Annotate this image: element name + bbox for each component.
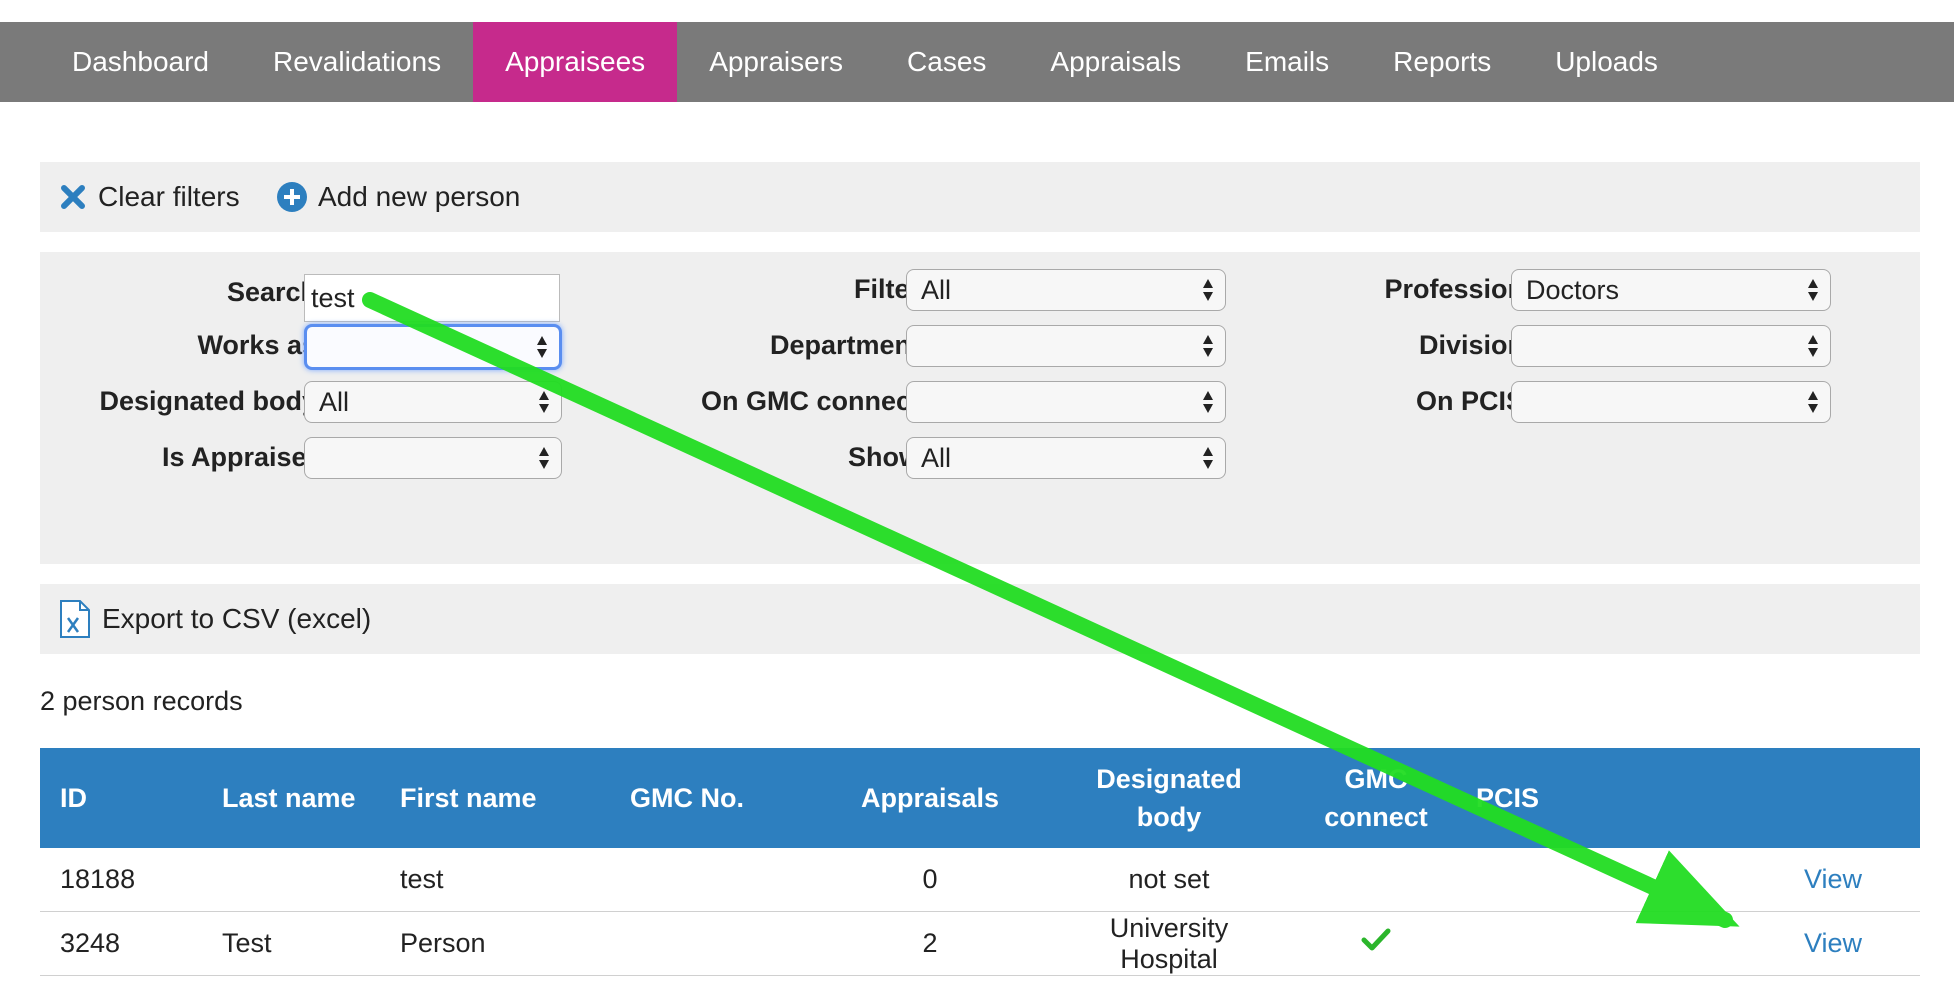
view-link[interactable]: View bbox=[1804, 864, 1862, 894]
table-header-row: ID Last name First name GMC No. Appraisa… bbox=[40, 748, 1920, 848]
select-arrows-icon bbox=[1808, 279, 1818, 301]
cell-gmc-no bbox=[610, 848, 818, 912]
select-arrows-icon bbox=[539, 447, 549, 469]
action-bar: Clear filters Add new person bbox=[40, 162, 1920, 232]
filters-panel: Search: Works as: Designated body: All I… bbox=[40, 252, 1920, 564]
cell-actions: View bbox=[1616, 911, 1920, 976]
cell-pcis bbox=[1456, 911, 1616, 976]
export-csv-label: Export to CSV (excel) bbox=[102, 603, 372, 634]
select-arrows-icon bbox=[1203, 335, 1213, 357]
select-arrows-icon bbox=[537, 336, 547, 358]
add-new-person-button[interactable]: Add new person bbox=[276, 162, 520, 232]
tab-appraisals[interactable]: Appraisals bbox=[1018, 22, 1213, 102]
designated-body-label: Designated body: bbox=[99, 386, 326, 416]
cell-id: 3248 bbox=[40, 911, 202, 976]
cell-gmc-no bbox=[610, 911, 818, 976]
excel-file-icon bbox=[60, 600, 90, 638]
select-arrows-icon bbox=[539, 391, 549, 413]
view-link[interactable]: View bbox=[1804, 928, 1862, 958]
col-header-actions bbox=[1616, 748, 1920, 848]
profession-select[interactable]: Doctors bbox=[1511, 269, 1831, 311]
tab-cases[interactable]: Cases bbox=[875, 22, 1018, 102]
cell-gmc-connect bbox=[1296, 848, 1456, 912]
filter-select[interactable]: All bbox=[906, 269, 1226, 311]
cell-appraisals: 0 bbox=[818, 848, 1042, 912]
checkmark-icon bbox=[1361, 928, 1391, 951]
cell-first-name: Person bbox=[380, 911, 610, 976]
pcis-select[interactable] bbox=[1511, 381, 1831, 423]
col-header-designated-body[interactable]: Designated body bbox=[1042, 748, 1296, 848]
select-arrows-icon bbox=[1808, 391, 1818, 413]
cell-designated-body: not set bbox=[1042, 848, 1296, 912]
export-csv-button[interactable]: Export to CSV (excel) bbox=[58, 584, 371, 654]
tab-appraisees[interactable]: Appraisees bbox=[473, 22, 678, 102]
gmc-connect-header-line1: GMC bbox=[1344, 764, 1408, 794]
show-value: All bbox=[921, 443, 952, 473]
filter-value: All bbox=[921, 275, 952, 305]
works-as-select[interactable] bbox=[304, 324, 562, 370]
designated-body-value: All bbox=[319, 387, 350, 417]
cell-pcis bbox=[1456, 848, 1616, 912]
col-header-gmc-no[interactable]: GMC No. bbox=[610, 748, 818, 848]
clear-filters-button[interactable]: Clear filters bbox=[60, 162, 240, 232]
cell-actions: View bbox=[1616, 848, 1920, 912]
tab-appraisers[interactable]: Appraisers bbox=[677, 22, 875, 102]
cell-last-name bbox=[202, 848, 380, 912]
designated-body-select[interactable]: All bbox=[304, 381, 562, 423]
profession-value: Doctors bbox=[1526, 275, 1620, 305]
select-arrows-icon bbox=[1808, 335, 1818, 357]
is-appraiser-select[interactable] bbox=[304, 437, 562, 479]
col-header-gmc-connect[interactable]: GMC connect bbox=[1296, 748, 1456, 848]
tab-dashboard[interactable]: Dashboard bbox=[40, 22, 241, 102]
col-header-first-name[interactable]: First name bbox=[380, 748, 610, 848]
cell-id: 18188 bbox=[40, 848, 202, 912]
show-select[interactable]: All bbox=[906, 437, 1226, 479]
search-input[interactable] bbox=[304, 274, 560, 322]
gmc-connect-label: On GMC connect: bbox=[701, 386, 929, 416]
cell-designated-body: University Hospital bbox=[1042, 911, 1296, 976]
cell-gmc-connect bbox=[1296, 911, 1456, 976]
tab-reports[interactable]: Reports bbox=[1361, 22, 1523, 102]
add-new-person-label: Add new person bbox=[318, 181, 521, 212]
col-header-last-name[interactable]: Last name bbox=[202, 748, 380, 848]
record-count: 2 person records bbox=[40, 686, 243, 716]
close-icon bbox=[61, 185, 85, 209]
is-appraiser-label: Is Appraiser: bbox=[161, 442, 326, 472]
col-header-appraisals[interactable]: Appraisals bbox=[818, 748, 1042, 848]
gmc-connect-header-line2: connect bbox=[1324, 802, 1428, 832]
tab-uploads[interactable]: Uploads bbox=[1523, 22, 1690, 102]
cell-last-name: Test bbox=[202, 911, 380, 976]
tab-emails[interactable]: Emails bbox=[1213, 22, 1361, 102]
top-nav: Dashboard Revalidations Appraisees Appra… bbox=[0, 22, 1954, 102]
clear-filters-label: Clear filters bbox=[98, 181, 240, 212]
export-bar: Export to CSV (excel) bbox=[40, 584, 1920, 654]
plus-circle-icon bbox=[277, 182, 307, 212]
select-arrows-icon bbox=[1203, 447, 1213, 469]
tab-revalidations[interactable]: Revalidations bbox=[241, 22, 473, 102]
table-row: 18188 test 0 not set View bbox=[40, 848, 1920, 912]
cell-appraisals: 2 bbox=[818, 911, 1042, 976]
select-arrows-icon bbox=[1203, 391, 1213, 413]
division-select[interactable] bbox=[1511, 325, 1831, 367]
select-arrows-icon bbox=[1203, 279, 1213, 301]
table-row: 3248 Test Person 2 University Hospital V… bbox=[40, 911, 1920, 976]
gmc-connect-select[interactable] bbox=[906, 381, 1226, 423]
col-header-pcis[interactable]: PCIS bbox=[1456, 748, 1616, 848]
department-select[interactable] bbox=[906, 325, 1226, 367]
appraisees-table: ID Last name First name GMC No. Appraisa… bbox=[40, 748, 1920, 976]
cell-first-name: test bbox=[380, 848, 610, 912]
col-header-id[interactable]: ID bbox=[40, 748, 202, 848]
